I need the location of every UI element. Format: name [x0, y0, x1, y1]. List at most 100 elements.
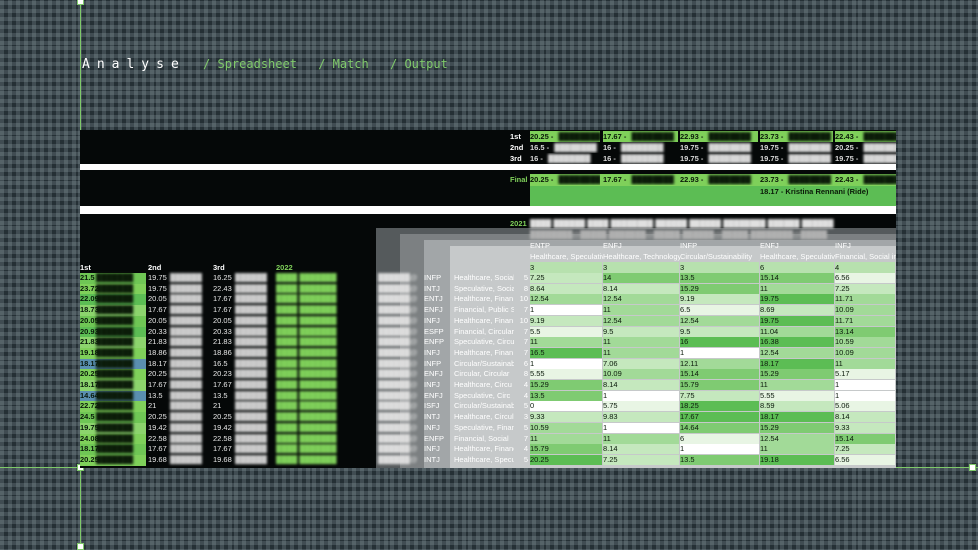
resize-handle-bottom[interactable]: [77, 543, 84, 550]
match-row: ENFJ Circular, Circular 8 5.55 10.09 15.14 15.…: [80, 369, 896, 380]
score-cell: 11: [760, 380, 834, 390]
score-cell: 8.14: [603, 283, 679, 294]
rank-label: 3rd: [510, 154, 522, 163]
score-cell: 8.14: [603, 380, 679, 390]
score-cell: 1: [530, 358, 602, 369]
score-cell: 15.79: [530, 444, 602, 455]
breadcrumb-output[interactable]: / Output: [390, 57, 448, 71]
score-cell: 12.54: [603, 315, 679, 326]
spreadsheet-preview[interactable]: 1st 20.25 - ████████ 17.67 - ████████ 22.93…: [80, 130, 896, 468]
match-row: INFJ Healthcare, Financ 4 15.79 8.14 1 11 7.25: [80, 444, 896, 455]
interest-cell: Circular, Circular: [454, 369, 510, 379]
score-cell: 6.56: [835, 454, 895, 465]
score-cell: 1: [603, 390, 679, 401]
score-cell: 11: [603, 305, 679, 316]
score-cell: 11: [760, 444, 834, 455]
count-cell: 3: [523, 412, 528, 422]
rank-name-redacted: ████████: [786, 154, 831, 163]
mentor-emails-redacted: ████████@█████ ███████@█████ ██████@████…: [530, 230, 828, 239]
rank-score: 19.75 -: [835, 154, 859, 163]
match-row: INFJ Speculative, Finan 5 10.59 1 14.64 15.29 9…: [80, 422, 896, 434]
rank-name-redacted: ████████: [552, 143, 597, 152]
resize-handle-top[interactable]: [77, 0, 84, 5]
count-cell: 7: [523, 337, 528, 347]
final-name-redacted: ████████: [706, 175, 751, 184]
mbti-cell: ENFP: [424, 337, 445, 347]
rank-name-redacted: ████████: [706, 132, 751, 141]
mbti-cell: ENFJ: [424, 305, 443, 315]
score-cell: 14: [603, 273, 679, 283]
final-score: 22.43 -: [835, 175, 859, 184]
score-cell: 19.75: [760, 294, 834, 305]
count-cell: 5: [523, 401, 528, 411]
year-row: 2021 ████ ██████ ████ ████████ ██████ ███…: [80, 218, 896, 229]
score-cell: 7.75: [680, 390, 759, 401]
breadcrumb-spreadsheet[interactable]: / Spreadsheet: [203, 57, 297, 71]
score-cell: 10.09: [603, 369, 679, 380]
final-cell: 20.25 - ████████: [530, 174, 600, 185]
interest-header: Financial, Social in: [835, 252, 896, 261]
mbti-cell: INFJ: [424, 422, 440, 432]
score-cell: 9.33: [530, 412, 602, 423]
interest-cell: Financial, Circular: [454, 326, 514, 336]
canvas: Analyse / Spreadsheet / Match / Output 1…: [0, 0, 978, 550]
final-row: Final 20.25 - ████████ 17.67 - ████████ 22.…: [80, 174, 896, 186]
separator-band: [80, 206, 896, 214]
final-name-redacted: ████████: [556, 175, 600, 184]
rank-cell: 23.73 - ████████: [760, 131, 833, 142]
score-cell: 8.59: [760, 401, 834, 412]
score-cell: 1: [835, 380, 895, 390]
score-cell: 5.55: [760, 390, 834, 401]
rank-row: 3rd 16 - ████████ 16 - ████████ 19.75 - ███…: [80, 153, 896, 164]
score-cell: 7.25: [835, 283, 895, 294]
rank-score: 16 -: [603, 154, 616, 163]
score-cell: 5.5: [530, 326, 602, 337]
match-row: INFJ Healthcare, Finan 7 16.5 11 1 12.54 10.09: [80, 347, 896, 359]
rank-name-redacted: ████████: [618, 154, 664, 163]
match-row: ENFP Speculative, Circu 7 11 11 16 16.38 10.59: [80, 337, 896, 348]
rank-name-redacted: ████████: [863, 143, 896, 152]
count-cell: 4: [523, 444, 528, 454]
score-cell: 0: [530, 401, 602, 412]
mbti-header: ENTP: [530, 241, 551, 250]
score-cell: 8.69: [760, 305, 834, 316]
count-cell: 3: [603, 262, 679, 273]
rank-cell: 19.75 - ████████: [680, 153, 758, 164]
breadcrumb: Analyse / Spreadsheet / Match / Output: [82, 57, 462, 72]
rank-score: 19.75 -: [680, 143, 704, 152]
mbti-header: ENFJ: [760, 241, 779, 250]
rank-cell: 19.75 - ████████: [835, 153, 896, 164]
interest-cell: Financial, Social: [454, 433, 509, 443]
count-cell: 4: [835, 262, 895, 273]
score-cell: 15.79: [680, 380, 759, 390]
rank-name-redacted: ████████: [786, 143, 831, 152]
score-cell: 13.5: [530, 390, 602, 401]
score-cell: 16: [680, 337, 759, 348]
score-cell: 19.75: [760, 315, 834, 326]
count-cell: 7: [523, 347, 528, 357]
rank-cell: 17.67 - ████████: [603, 131, 678, 142]
score-cell: 5.06: [835, 401, 895, 412]
resize-handle-right[interactable]: [969, 464, 976, 471]
rank-name-redacted: ████████: [629, 132, 674, 141]
match-row: ENFJ Financial, Public S 7 1 11 6.5 8.69 10.09: [80, 305, 896, 316]
score-cell: 12.54: [680, 315, 759, 326]
score-cell: 18.17: [760, 412, 834, 423]
rank-score: 19.75 -: [760, 154, 784, 163]
rank-cell: 19.75 - ████████: [760, 153, 833, 164]
rank-cell: 19.75 - ████████: [680, 142, 758, 153]
rank-name-redacted: ████████: [556, 132, 600, 141]
score-cell: 15.29: [760, 422, 834, 433]
interest-cell: Speculative, Social: [454, 283, 514, 293]
interest-header: Healthcare, Technology: [603, 252, 680, 261]
score-cell: 15.14: [680, 369, 759, 380]
rank-score: 19.75 -: [760, 143, 784, 152]
score-cell: 11.04: [760, 326, 834, 337]
count-cell: 7: [523, 433, 528, 443]
breadcrumb-match[interactable]: / Match: [318, 57, 369, 71]
rank-name-redacted: ████████: [863, 154, 896, 163]
rank-name-redacted: ████████: [545, 154, 591, 163]
score-cell: 13.5: [680, 454, 759, 465]
mbti-header: INFP: [680, 241, 698, 250]
score-cell: 7.25: [530, 273, 602, 283]
